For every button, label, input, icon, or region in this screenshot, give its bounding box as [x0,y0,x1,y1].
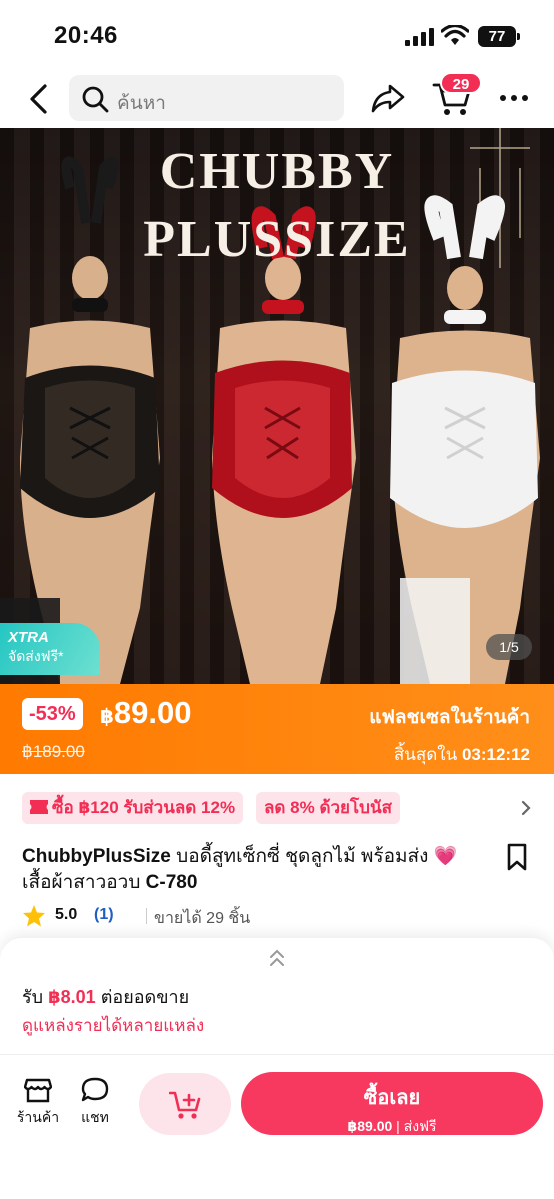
search-input[interactable]: ค้นหา [69,75,344,121]
spend-discount-label: ซื้อ ฿120 รับส่วนลด 12% [52,798,236,817]
countdown-timer: 03:12:12 [461,745,530,764]
earnings-prefix: รับ [22,987,44,1007]
discount-badge: -53% [22,698,83,730]
add-to-cart-icon [169,1091,201,1119]
flash-sale-label: แฟลชเซลในร้านค้า [369,707,530,728]
search-placeholder: ค้นหา [117,93,166,114]
bottom-action-bar: ร้านค้า แชท ซื้อเลย ฿89.00 | ส่งฟรี [0,1054,554,1199]
sale-price-value: 89.00 [113,695,192,730]
shop-icon [24,1078,52,1103]
add-to-cart-button[interactable] [139,1073,231,1135]
bookmark-icon[interactable] [506,843,528,871]
xtra-sub-label: จัดส่งฟรี* [8,648,64,664]
status-bar: 20:46 77 [0,0,554,72]
spend-discount-chip[interactable]: ซื้อ ฿120 รับส่วนลด 12% [22,792,244,824]
currency-symbol: ฿ [100,706,114,728]
bonus-discount-chip[interactable]: ลด 8% ด้วยโบนัส [256,792,400,824]
affiliate-earnings-sheet: รับ ฿8.01 ต่อยอดขาย ดูแหล่งรายได้หลายแหล… [0,938,554,1054]
product-image-carousel[interactable]: CHUBBY PLUSSIZE XTRA จัดส่งฟรี* 1/5 [0,128,554,684]
back-arrow-icon[interactable] [24,82,54,116]
buy-now-label: ซื้อเลย [363,1087,421,1109]
chat-label: แชท [81,1109,109,1125]
buy-now-shipping: ส่งฟรี [403,1118,437,1134]
original-price: ฿189.00 [22,742,85,761]
buy-now-button[interactable]: ซื้อเลย ฿89.00 | ส่งฟรี [241,1072,543,1135]
top-nav: ค้นหา 29 [0,72,554,128]
income-sources-link[interactable]: ดูแหล่งรายได้หลายแหล่ง [22,1012,204,1039]
wifi-icon [441,25,469,45]
expand-up-icon[interactable] [267,948,287,968]
battery-indicator: 77 [478,26,520,47]
earnings-amount: ฿8.01 [48,987,96,1007]
xtra-free-shipping-badge: XTRA จัดส่งฟรี* [0,623,100,675]
buy-now-subtext: ฿89.00 | ส่งฟรี [347,1118,437,1134]
rating-row[interactable]: 5.0 (1) ขายได้ 29 ชิ้น [22,904,422,928]
sold-count: ขายได้ 29 ชิ้น [154,910,251,927]
product-brand: ChubbyPlusSize [22,846,171,867]
cellular-signal-icon [405,28,434,46]
cart-count-badge: 29 [440,72,482,94]
chevron-right-icon[interactable] [520,799,532,817]
image-pager: 1/5 [486,634,532,660]
xtra-label: XTRA [8,629,49,646]
rating-value: 5.0 [55,906,78,923]
flash-sale-banner: -53% ฿89.00 ฿189.00 แฟลชเซลในร้านค้า สิ้… [0,684,554,774]
status-time: 20:46 [54,22,118,49]
coupon-icon [30,800,48,814]
more-options-icon[interactable] [498,88,530,108]
review-count[interactable]: (1) [94,906,114,924]
shop-label: ร้านค้า [16,1109,60,1125]
star-icon [23,905,45,927]
image-headline-line1: CHUBBY [159,143,395,200]
flash-sale-countdown: สิ้นสุดใน 03:12:12 [394,741,530,768]
chat-icon [81,1077,109,1102]
chat-button[interactable]: แชท [70,1077,120,1129]
share-icon[interactable] [370,82,406,114]
sale-price: ฿89.00 [100,695,192,731]
image-headline-line2: PLUSSIZE [143,211,411,268]
search-icon [82,86,109,113]
product-title: ChubbyPlusSize บอดี้สูทเซ็กซี่ ชุดลูกไม้… [22,844,482,896]
divider [146,908,147,924]
countdown-prefix: สิ้นสุดใน [393,745,458,764]
product-code: C-780 [145,872,198,893]
promo-row[interactable]: ซื้อ ฿120 รับส่วนลด 12% ลด 8% ด้วยโบนัส [22,792,532,824]
buy-now-price: ฿89.00 [347,1118,393,1134]
shop-button[interactable]: ร้านค้า [13,1077,63,1129]
earnings-suffix: ต่อยอดขาย [100,987,190,1007]
earnings-text: รับ ฿8.01 ต่อยอดขาย [22,982,189,1011]
